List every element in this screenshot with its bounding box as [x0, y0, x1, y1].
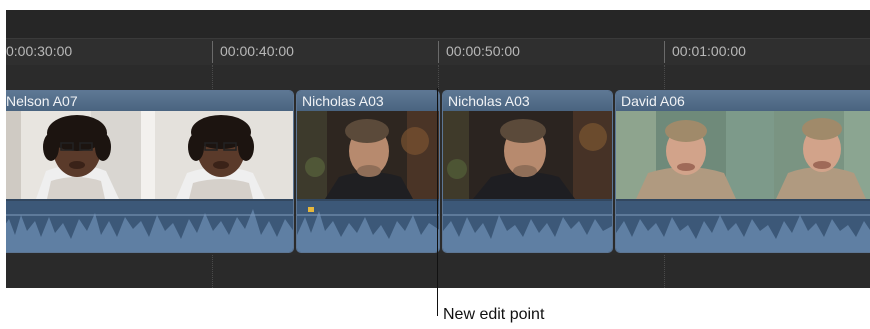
empty-track-area [6, 255, 870, 288]
clip-filmstrip [297, 111, 439, 199]
video-thumbnail [774, 111, 870, 199]
video-thumbnail [6, 111, 141, 199]
clip-david-a06[interactable]: David A06 [615, 90, 870, 253]
grid-line [212, 65, 213, 89]
ruler-tick [664, 41, 665, 63]
ruler-tick [438, 41, 439, 63]
grid-line [212, 255, 213, 288]
clip-title-bar: Nicholas A03 [443, 91, 612, 112]
audio-waveform [297, 201, 439, 252]
timeline-ruler[interactable]: 0:00:30:00 00:00:40:00 00:00:50:00 00:01… [6, 38, 870, 66]
callout-label: New edit point [443, 306, 545, 323]
clip-marker-icon[interactable] [308, 207, 314, 212]
grid-line [438, 65, 439, 89]
clip-title-bar: Nelson A07 [6, 91, 293, 112]
clip-name: Nicholas A03 [448, 93, 530, 109]
video-thumbnail [297, 111, 439, 199]
ruler-timecode: 00:01:00:00 [672, 43, 746, 59]
clip-nicholas-a03[interactable]: Nicholas A03 [296, 90, 440, 253]
clip-nicholas-a03-split[interactable]: Nicholas A03 [442, 90, 613, 253]
ruler-tick [212, 41, 213, 63]
audio-waveform [616, 201, 870, 252]
video-thumbnail [616, 111, 774, 199]
ruler-timecode: 00:00:40:00 [220, 43, 294, 59]
clip-title-bar: Nicholas A03 [297, 91, 439, 112]
clip-name: Nelson A07 [6, 93, 78, 109]
video-thumbnail [141, 111, 293, 199]
grid-line [664, 65, 665, 89]
clip-name: Nicholas A03 [302, 93, 384, 109]
stage: 0:00:30:00 00:00:40:00 00:00:50:00 00:01… [0, 0, 870, 329]
clip-filmstrip [443, 111, 612, 199]
audio-waveform [6, 201, 293, 252]
timeline-toolbar [6, 10, 870, 38]
clip-title-bar: David A06 [616, 91, 870, 112]
ruler-timecode: 0:00:30:00 [6, 43, 73, 59]
grid-line [664, 255, 665, 288]
callout-line [437, 88, 438, 316]
clip-filmstrip [616, 111, 870, 199]
clip-filmstrip [6, 111, 293, 199]
video-thumbnail [443, 111, 612, 199]
clip-nelson-a07[interactable]: Nelson A07 [6, 90, 294, 253]
audio-waveform [443, 201, 612, 252]
clip-name: David A06 [621, 93, 685, 109]
ruler-timecode: 00:00:50:00 [446, 43, 520, 59]
timeline-panel[interactable]: 0:00:30:00 00:00:40:00 00:00:50:00 00:01… [6, 10, 870, 288]
